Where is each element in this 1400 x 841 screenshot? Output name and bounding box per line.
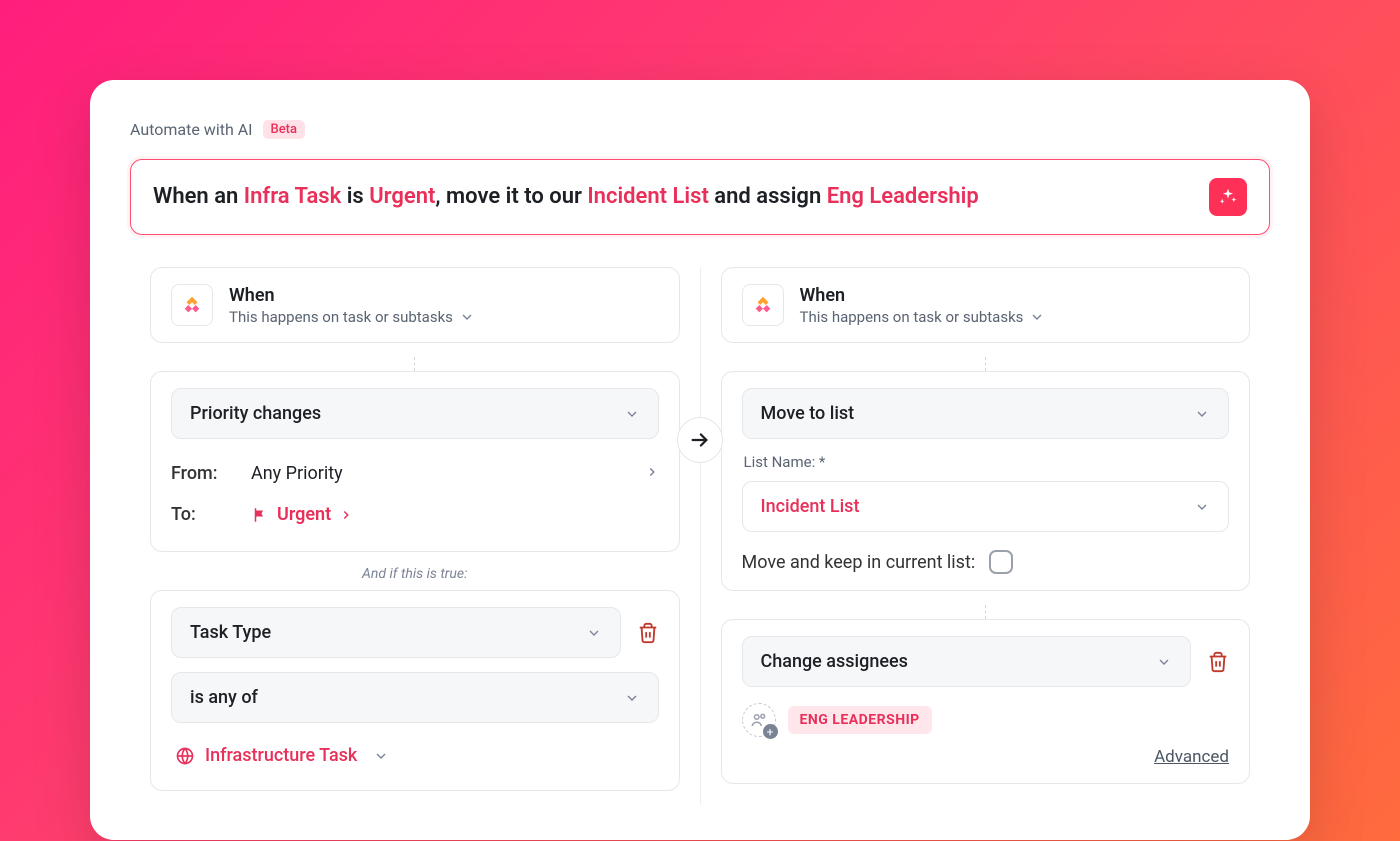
chevron-down-icon <box>624 406 640 422</box>
list-name-label: List Name: * <box>744 453 1230 471</box>
trash-icon[interactable] <box>637 622 659 644</box>
chevron-right-icon <box>339 508 353 522</box>
condition-value[interactable]: Infrastructure Task <box>171 737 659 774</box>
priority-to-row[interactable]: To: Urgent <box>171 494 659 535</box>
chevron-down-icon <box>586 625 602 641</box>
when-subtitle: This happens on task or subtasks <box>800 308 1046 326</box>
move-action-card: Move to list List Name: * Incident List … <box>721 371 1251 591</box>
chevron-down-icon <box>373 748 389 764</box>
builder-columns: When This happens on task or subtasks Pr… <box>130 267 1270 805</box>
list-name-input[interactable]: Incident List <box>742 481 1230 532</box>
flag-icon <box>251 506 269 524</box>
generate-button[interactable] <box>1209 178 1247 216</box>
assignee-chip[interactable]: ENG LEADERSHIP <box>788 706 932 734</box>
condition-operator-select[interactable]: is any of <box>171 672 659 723</box>
condition-intro: And if this is true: <box>150 566 680 582</box>
condition-field-select[interactable]: Task Type <box>171 607 621 658</box>
assign-action-card: Change assignees ENG LEADERSHIP Advanced <box>721 619 1251 784</box>
chevron-down-icon <box>1194 499 1210 515</box>
beta-badge: Beta <box>263 120 306 139</box>
automation-builder: Automate with AI Beta When an Infra Task… <box>90 80 1310 840</box>
sparkle-icon <box>1218 187 1238 207</box>
action-column: When This happens on task or subtasks Mo… <box>701 267 1271 805</box>
clickup-icon <box>752 294 774 316</box>
keep-in-list-checkbox[interactable] <box>989 550 1013 574</box>
keep-in-list-row: Move and keep in current list: <box>742 550 1230 574</box>
chevron-down-icon <box>459 309 475 325</box>
clickup-icon <box>181 294 203 316</box>
flow-arrow <box>677 417 723 463</box>
priority-from-row[interactable]: From: Any Priority <box>171 453 659 494</box>
chevron-down-icon <box>1156 654 1172 670</box>
chevron-down-icon <box>624 690 640 706</box>
condition-card: Task Type is any of Infrastructure Task <box>150 590 680 791</box>
ai-prompt-input[interactable]: When an Infra Task is Urgent, move it to… <box>130 159 1270 235</box>
when-title: When <box>229 285 475 306</box>
when-card-right[interactable]: When This happens on task or subtasks <box>721 267 1251 343</box>
people-icon <box>750 711 768 729</box>
app-logo <box>742 284 784 326</box>
chevron-down-icon <box>1029 309 1045 325</box>
arrow-right-icon <box>689 429 711 451</box>
when-title: When <box>800 285 1046 306</box>
header-title: Automate with AI <box>130 120 253 139</box>
chevron-down-icon <box>1194 406 1210 422</box>
header: Automate with AI Beta <box>130 120 1270 139</box>
assign-action-select[interactable]: Change assignees <box>742 636 1192 687</box>
advanced-link[interactable]: Advanced <box>742 747 1230 767</box>
chevron-right-icon <box>645 463 659 484</box>
assignee-row: ENG LEADERSHIP <box>742 703 1230 737</box>
trigger-card: Priority changes From: Any Priority To: … <box>150 371 680 552</box>
when-card[interactable]: When This happens on task or subtasks <box>150 267 680 343</box>
app-logo <box>171 284 213 326</box>
when-subtitle: This happens on task or subtasks <box>229 308 475 326</box>
trash-icon[interactable] <box>1207 651 1229 673</box>
trigger-column: When This happens on task or subtasks Pr… <box>130 267 701 805</box>
move-action-select[interactable]: Move to list <box>742 388 1230 439</box>
globe-icon <box>175 746 195 766</box>
trigger-select[interactable]: Priority changes <box>171 388 659 439</box>
add-assignee-button[interactable] <box>742 703 776 737</box>
prompt-text: When an Infra Task is Urgent, move it to… <box>153 182 979 213</box>
